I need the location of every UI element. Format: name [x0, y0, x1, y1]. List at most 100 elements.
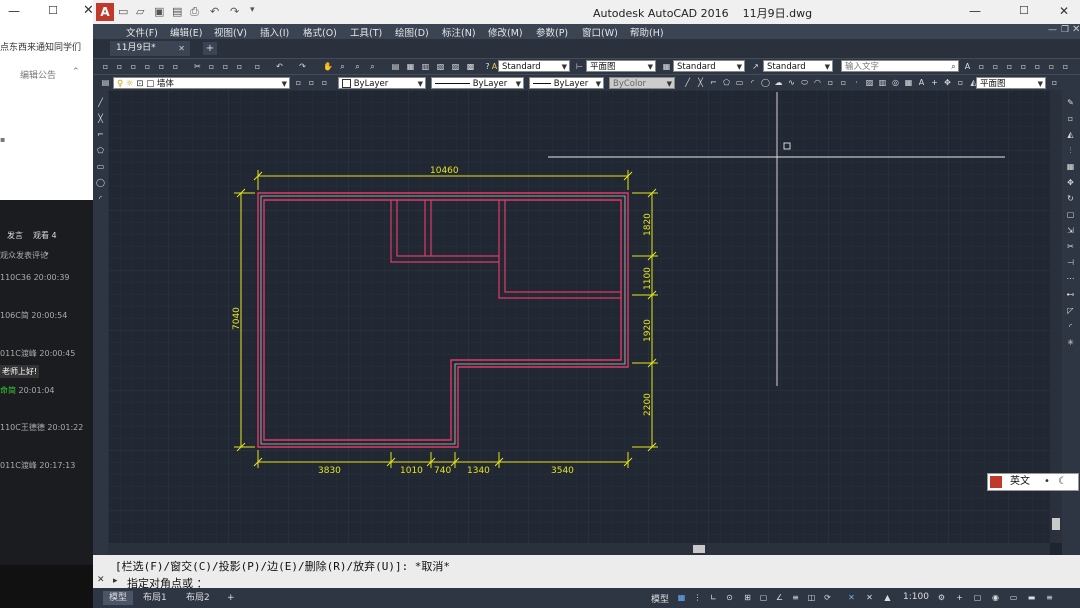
region-icon[interactable]: ◎ [891, 78, 900, 87]
view-manager-icon[interactable]: ▫ [1050, 78, 1059, 87]
layer-state-icon[interactable]: ▫ [991, 62, 1000, 71]
zoom-previous-icon[interactable]: ⌕ [368, 62, 377, 71]
dim-text-bottom-5[interactable]: 3540 [551, 466, 574, 476]
trim-icon[interactable]: ✂ [1066, 242, 1075, 251]
xline-icon[interactable]: ╳ [696, 78, 705, 87]
scroll-thumb[interactable] [1052, 518, 1060, 530]
dim-text-right-3[interactable]: 1920 [643, 319, 653, 342]
close-doc-icon[interactable]: ✕ [1072, 24, 1080, 35]
minimize-icon[interactable]: — [8, 4, 20, 18]
lineweight-select[interactable]: ByLayer ▼ [529, 77, 604, 89]
plus-icon[interactable]: + [955, 593, 964, 602]
annotation-scale-icon[interactable]: ▲ [883, 593, 892, 602]
tab-layout1[interactable]: 布局1 [137, 591, 173, 605]
annotation-visibility-icon[interactable]: ✕ [865, 593, 874, 602]
polygon-icon[interactable]: ⬠ [96, 146, 105, 155]
close-tab-icon[interactable]: ✕ [178, 41, 185, 56]
minimize-doc-icon[interactable]: — [1048, 25, 1057, 35]
maximize-icon[interactable]: ☐ [48, 4, 58, 17]
menu-insert[interactable]: 插入(I) [260, 25, 289, 39]
color-select[interactable]: ByLayer ▼ [338, 77, 426, 89]
file-tab[interactable]: 11月9日* ✕ [110, 41, 190, 56]
drawing-canvas[interactable]: 10460 7040 3830 1010 740 1340 3540 1820 … [108, 90, 1050, 543]
table-style-select[interactable]: Standard ▼ [673, 60, 745, 72]
publish-icon[interactable]: ▫ [171, 62, 180, 71]
chat-tab-speak[interactable]: 发言 [7, 230, 23, 241]
move-icon[interactable]: ✥ [943, 78, 952, 87]
dim-text-right-2[interactable]: 1100 [643, 267, 653, 290]
move-icon[interactable]: ✥ [1066, 178, 1075, 187]
line-icon[interactable]: ╱ [683, 78, 692, 87]
annotation-icon[interactable]: ✕ [847, 593, 856, 602]
copy-icon[interactable]: ▫ [207, 62, 216, 71]
gradient-icon[interactable]: ▥ [878, 78, 887, 87]
layer-walk-icon[interactable]: ▫ [1033, 62, 1042, 71]
extend-icon[interactable]: ⊣ [1066, 258, 1075, 267]
menu-window[interactable]: 窗口(W) [582, 25, 618, 39]
mirror-icon[interactable]: ◭ [1066, 130, 1075, 139]
menu-tools[interactable]: 工具(T) [350, 25, 382, 39]
redo-icon[interactable]: ↷ [230, 5, 239, 18]
annotation-scale-value[interactable]: 1:100 [903, 592, 929, 602]
new-icon[interactable]: ▫ [101, 62, 110, 71]
pan-icon[interactable]: ✋ [323, 62, 333, 71]
dim-text-right-1[interactable]: 1820 [643, 213, 653, 236]
grid-icon[interactable]: ▦ [677, 593, 686, 602]
linetype-select[interactable]: ByLayer ▼ [431, 77, 524, 89]
snap-icon[interactable]: ⋮ [693, 593, 702, 602]
mleader-style-icon[interactable]: ↗ [751, 62, 760, 71]
polyline-icon[interactable]: ⌐ [96, 130, 105, 139]
stretch-icon[interactable]: ⇲ [1066, 226, 1075, 235]
dim-text-left[interactable]: 7040 [232, 307, 242, 330]
hardware-accel-icon[interactable]: ◉ [991, 593, 1000, 602]
rectangle-icon[interactable]: ▭ [735, 78, 744, 87]
close-icon[interactable]: ✕ [1059, 4, 1069, 18]
plot-icon[interactable]: ▫ [143, 62, 152, 71]
spell-icon[interactable]: A [963, 62, 972, 71]
dim-style-icon[interactable]: ⊢ [575, 62, 584, 71]
redo-icon[interactable]: ↷ [298, 62, 307, 71]
point-icon[interactable]: · [852, 78, 861, 87]
array-icon[interactable]: ▦ [1066, 162, 1075, 171]
markup-icon[interactable]: ▨ [451, 62, 460, 71]
zoom-window-icon[interactable]: ⌕ [353, 62, 362, 71]
copy-icon[interactable]: ▫ [1066, 114, 1075, 123]
menu-modify[interactable]: 修改(M) [488, 25, 523, 39]
properties-icon[interactable]: ▤ [391, 62, 400, 71]
add-selected-icon[interactable]: + [930, 78, 939, 87]
line-icon[interactable]: ╱ [96, 98, 105, 107]
menu-view[interactable]: 视图(V) [214, 25, 247, 39]
paste-icon[interactable]: ▫ [221, 62, 230, 71]
polygon-icon[interactable]: ⬠ [722, 78, 731, 87]
isolate-icon[interactable]: ▢ [973, 593, 982, 602]
xline-icon[interactable]: ╳ [96, 114, 105, 123]
sheet-set-icon[interactable]: ▧ [436, 62, 445, 71]
mleader-style-select[interactable]: Standard ▼ [763, 60, 833, 72]
scale-icon[interactable]: ▢ [1066, 210, 1075, 219]
print-icon[interactable]: ⎙ [190, 5, 199, 19]
layer-freeze-icon[interactable]: ▫ [1047, 62, 1056, 71]
save-icon[interactable]: ▫ [129, 62, 138, 71]
chat-tab-watch[interactable]: 观看 4 [33, 230, 57, 241]
customize-icon[interactable]: ▾ [250, 5, 255, 15]
layer-select[interactable]: ♀ ☼ ⊡ □ 墙体 ▼ [113, 77, 290, 89]
dim-text-bottom-1[interactable]: 3830 [318, 466, 341, 476]
autocad-logo[interactable]: A [96, 3, 114, 21]
osnap-icon[interactable]: ▢ [759, 593, 768, 602]
break-icon[interactable]: ⋯ [1066, 274, 1075, 283]
layer-lock-icon[interactable]: ▫ [1061, 62, 1070, 71]
layer-previous-icon[interactable]: ▫ [307, 78, 316, 87]
menu-parameter[interactable]: 参数(P) [536, 25, 568, 39]
ime-punct-icon[interactable]: • [1044, 474, 1050, 490]
otrack-icon[interactable]: ∠ [775, 593, 784, 602]
dim-text-top[interactable]: 10460 [430, 166, 459, 176]
dim-text-bottom-2[interactable]: 1010 [400, 466, 423, 476]
mtext-icon[interactable]: A [917, 78, 926, 87]
layer-prev-icon[interactable]: ▫ [1005, 62, 1014, 71]
layer-manager-icon[interactable]: ▤ [101, 78, 110, 87]
cut-icon[interactable]: ✂ [193, 62, 202, 71]
view-select[interactable]: 平面图 ▼ [976, 77, 1046, 89]
ortho-icon[interactable]: ∟ [709, 593, 718, 602]
open-file-icon[interactable]: ▱ [136, 5, 144, 18]
menu-help[interactable]: 帮助(H) [630, 25, 664, 39]
